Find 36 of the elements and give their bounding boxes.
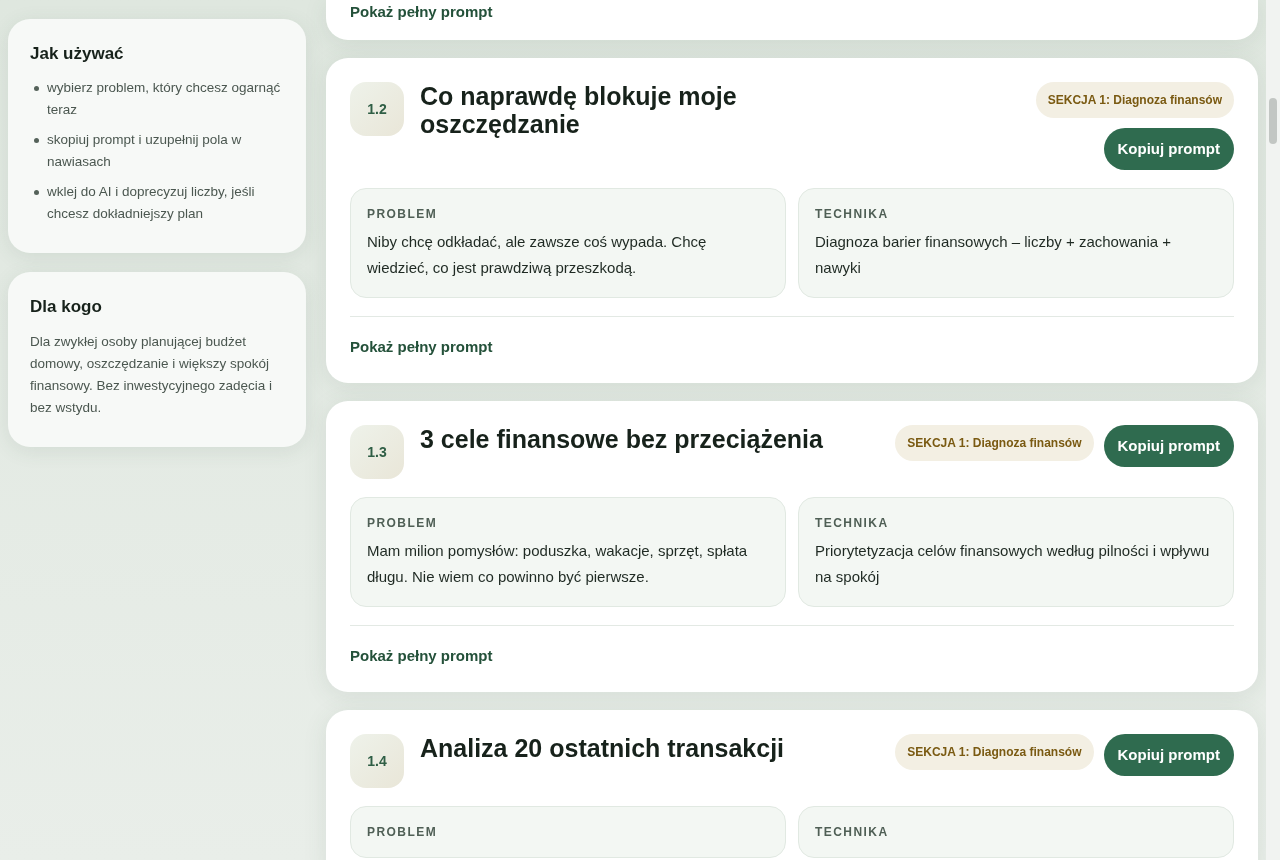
info-text: Diagnoza barier finansowych – liczby + zachowania + nawyki <box>815 232 1173 278</box>
info-label: TECHNIKA <box>815 206 890 223</box>
show-prompt-link[interactable]: Pokaż pełny prompt <box>350 647 493 664</box>
prompt-title: 3 cele finansowe bez przeciążenia <box>420 425 823 453</box>
prompt-title: Analiza 20 ostatnich transakcji <box>420 734 785 762</box>
info-label: TECHNIKA <box>815 824 890 841</box>
scrollbar[interactable] <box>1266 0 1280 860</box>
tip-text: wklej do AI i doprecyzuj liczby, jeśli chcesz dokładniejszy plan <box>47 182 256 223</box>
info-text: Niby chcę odkładać, ale zawsze coś wypada. Chcę wiedzieć, co jest prawdziwą przeszkodą. <box>367 232 708 278</box>
sidebar-title: Dla kogo <box>30 295 103 318</box>
sidebar-title: Jak używać <box>30 43 125 65</box>
section-tag: SEKCJA 1: Diagnoza finansów <box>895 425 1094 461</box>
number-badge: 1.2 <box>350 82 404 136</box>
info-text: Mam milion pomysłów: poduszka, wakacje, sprzęt, spłata długu. Nie wiem co powinno być pierwsze. <box>367 541 749 587</box>
scrollbar-thumb[interactable] <box>1269 98 1277 144</box>
number-badge: 1.3 <box>350 425 404 479</box>
bullet-icon <box>34 85 39 91</box>
prompt-title: Co naprawdę blokuje moje oszczędzanie <box>420 82 738 138</box>
audience-text: Dla zwykłej osoby planującej budżet domowy, oszczędzanie i większy spokój finansowy. Bez inwestycyjnego zadęcia i bez wstydu. <box>30 333 274 417</box>
number-badge: 1.4 <box>350 734 404 788</box>
tip-text: skopiuj prompt i uzupełnij pola w nawiasach <box>47 130 243 171</box>
info-label: PROBLEM <box>367 206 439 223</box>
bullet-icon <box>34 189 39 195</box>
tip-text: wybierz problem, który chcesz ogarnąć teraz <box>47 78 282 119</box>
copy-prompt-button[interactable]: Kopiuj prompt <box>1103 734 1234 776</box>
info-text: Priorytetyzacja celów finansowych według pilności i wpływu na spokój <box>815 541 1211 587</box>
show-prompt-link[interactable]: Pokaż pełny prompt <box>350 338 493 355</box>
info-label: PROBLEM <box>367 824 439 841</box>
info-label: PROBLEM <box>367 515 439 532</box>
section-tag: SEKCJA 1: Diagnoza finansów <box>895 734 1094 770</box>
copy-prompt-button[interactable]: Kopiuj prompt <box>1103 128 1234 170</box>
info-label: TECHNIKA <box>815 515 890 532</box>
show-prompt-link[interactable]: Pokaż pełny prompt <box>350 3 493 20</box>
section-tag: SEKCJA 1: Diagnoza finansów <box>1035 82 1234 118</box>
copy-prompt-button[interactable]: Kopiuj prompt <box>1103 425 1234 467</box>
bullet-icon <box>34 137 39 143</box>
